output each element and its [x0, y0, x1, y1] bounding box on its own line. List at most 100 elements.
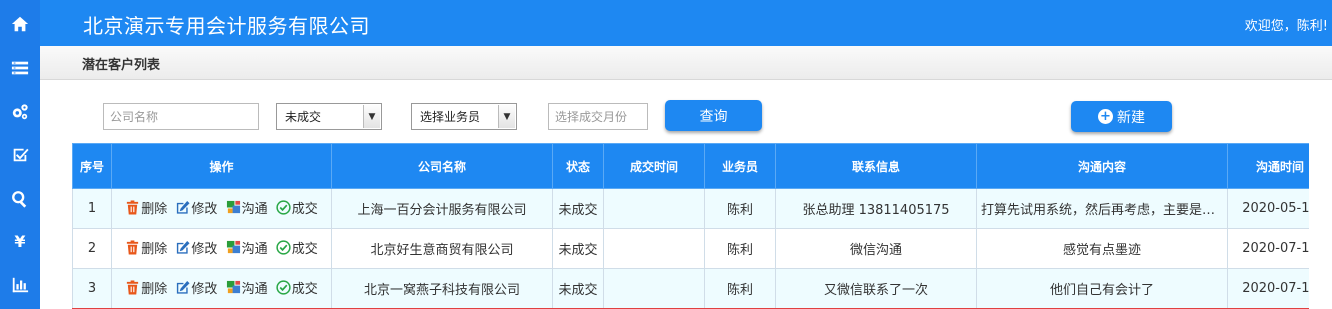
communicate-label: 沟通 — [241, 202, 268, 217]
salesperson-cell: 陈利 — [704, 228, 776, 269]
breadcrumb-bar: 潜在客户列表 — [40, 46, 1332, 80]
column-header: 序号 — [72, 143, 112, 189]
communicate-icon — [226, 240, 240, 254]
deal-time-cell — [603, 228, 705, 269]
edit-label: 修改 — [191, 202, 218, 217]
communicate-button[interactable]: 沟通 — [226, 238, 268, 257]
communicate-icon — [226, 280, 240, 294]
communicate-label: 沟通 — [241, 282, 268, 297]
edit-label: 修改 — [191, 242, 218, 257]
status-cell: 未成交 — [552, 228, 604, 269]
deal-button[interactable]: 成交 — [276, 278, 318, 297]
customer-table-wrapper: 序号 操作 公司名称 状态 成交时间 业务员 联系信息 沟通内容 沟通时间 1 … — [72, 143, 1309, 309]
edit-button[interactable]: 修改 — [175, 198, 217, 217]
home-icon[interactable] — [0, 9, 40, 39]
query-button-label: 查询 — [699, 108, 728, 125]
edit-label: 修改 — [191, 282, 218, 297]
deal-time-cell — [603, 188, 705, 229]
edit-icon — [177, 280, 190, 294]
delete-label: 删除 — [141, 202, 168, 217]
check-circle-icon — [276, 240, 291, 255]
content-cell: 他们自己有会计了 — [976, 268, 1228, 309]
column-header: 状态 — [552, 143, 604, 189]
yen-icon[interactable]: ¥ — [0, 226, 40, 256]
company-name-cell: 北京好生意商贸有限公司 — [331, 228, 553, 269]
company-name-cell: 北京一窝燕子科技有限公司 — [331, 268, 553, 309]
top-bar: 北京演示专用会计服务有限公司 欢迎您，陈利! — [40, 0, 1332, 46]
bar-chart-icon[interactable] — [0, 270, 40, 300]
sidebar: ¥ — [0, 0, 40, 309]
communicate-button[interactable]: 沟通 — [226, 198, 268, 217]
column-header: 沟通时间 — [1227, 143, 1309, 189]
new-button-label: 新建 — [1117, 109, 1145, 126]
contact-cell: 张总助理 13811405175 — [775, 188, 977, 229]
row-actions: 删除 修改 沟通 成交 — [111, 228, 332, 269]
status-cell: 未成交 — [552, 268, 604, 309]
deal-month-input[interactable] — [548, 103, 648, 130]
salesperson-cell: 陈利 — [704, 268, 776, 309]
column-header: 成交时间 — [603, 143, 705, 189]
deal-time-cell — [603, 268, 705, 309]
status-select-value: 未成交 — [285, 110, 322, 124]
delete-button[interactable]: 删除 — [125, 198, 167, 217]
page-title: 潜在客户列表 — [82, 58, 161, 73]
deal-label: 成交 — [291, 202, 318, 217]
chevron-down-icon: ▼ — [363, 105, 380, 128]
trash-icon — [127, 280, 139, 295]
company-name-cell: 上海一百分会计服务有限公司 — [331, 188, 553, 229]
salesperson-select-value: 选择业务员 — [420, 110, 481, 124]
delete-label: 删除 — [141, 282, 168, 297]
table-row[interactable]: 3 删除 修改 沟通 成交 北京一窝燕子科技有限公司 未成交 陈利 又微信联系了… — [72, 268, 1309, 309]
column-header: 联系信息 — [775, 143, 977, 189]
salesperson-select[interactable]: 选择业务员 ▼ — [411, 103, 517, 130]
customer-table: 序号 操作 公司名称 状态 成交时间 业务员 联系信息 沟通内容 沟通时间 1 … — [72, 143, 1309, 309]
contact-cell: 微信沟通 — [775, 228, 977, 269]
deal-label: 成交 — [291, 282, 318, 297]
comm-time-cell: 2020-07-11 — [1227, 268, 1309, 309]
table-header-row: 序号 操作 公司名称 状态 成交时间 业务员 联系信息 沟通内容 沟通时间 — [72, 143, 1309, 189]
search-icon[interactable] — [0, 184, 40, 214]
trash-icon — [127, 240, 139, 255]
new-button[interactable]: + 新建 — [1071, 101, 1172, 132]
query-button[interactable]: 查询 — [665, 100, 762, 131]
table-row[interactable]: 1 删除 修改 沟通 成交 上海一百分会计服务有限公司 未成交 陈利 张总助理 … — [72, 188, 1309, 229]
deal-button[interactable]: 成交 — [276, 238, 318, 257]
edit-button[interactable]: 修改 — [175, 278, 217, 297]
list-icon[interactable] — [0, 53, 40, 83]
status-select[interactable]: 未成交 ▼ — [276, 103, 382, 130]
welcome-text: 欢迎您，陈利! — [1244, 19, 1328, 34]
chevron-down-icon: ▼ — [498, 105, 515, 128]
communicate-label: 沟通 — [241, 242, 268, 257]
delete-button[interactable]: 删除 — [125, 238, 167, 257]
row-number: 1 — [72, 188, 112, 229]
company-name-input[interactable] — [103, 103, 259, 130]
delete-button[interactable]: 删除 — [125, 278, 167, 297]
edit-button[interactable]: 修改 — [175, 238, 217, 257]
salesperson-cell: 陈利 — [704, 188, 776, 229]
row-actions: 删除 修改 沟通 成交 — [111, 268, 332, 309]
communicate-button[interactable]: 沟通 — [226, 278, 268, 297]
plus-circle-icon: + — [1098, 109, 1113, 124]
contact-cell: 又微信联系了一次 — [775, 268, 977, 309]
gears-icon[interactable] — [0, 97, 40, 127]
row-number: 2 — [72, 228, 112, 269]
communicate-icon — [226, 200, 240, 214]
comm-time-cell: 2020-07-11 — [1227, 228, 1309, 269]
delete-label: 删除 — [141, 242, 168, 257]
edit-icon — [177, 240, 190, 254]
status-cell: 未成交 — [552, 188, 604, 229]
app-title: 北京演示专用会计服务有限公司 — [83, 14, 370, 38]
row-number: 3 — [72, 268, 112, 309]
row-actions: 删除 修改 沟通 成交 — [111, 188, 332, 229]
check-square-icon[interactable] — [0, 140, 40, 170]
content-cell: 打算先试用系统，然后再考虑，主要是数... — [976, 188, 1228, 229]
column-header: 沟通内容 — [976, 143, 1228, 189]
column-header: 业务员 — [704, 143, 776, 189]
column-header: 操作 — [111, 143, 332, 189]
deal-button[interactable]: 成交 — [276, 198, 318, 217]
comm-time-cell: 2020-05-19 — [1227, 188, 1309, 229]
column-header: 公司名称 — [331, 143, 553, 189]
table-row[interactable]: 2 删除 修改 沟通 成交 北京好生意商贸有限公司 未成交 陈利 微信沟通 感觉… — [72, 228, 1309, 269]
edit-icon — [177, 200, 190, 214]
deal-label: 成交 — [291, 242, 318, 257]
